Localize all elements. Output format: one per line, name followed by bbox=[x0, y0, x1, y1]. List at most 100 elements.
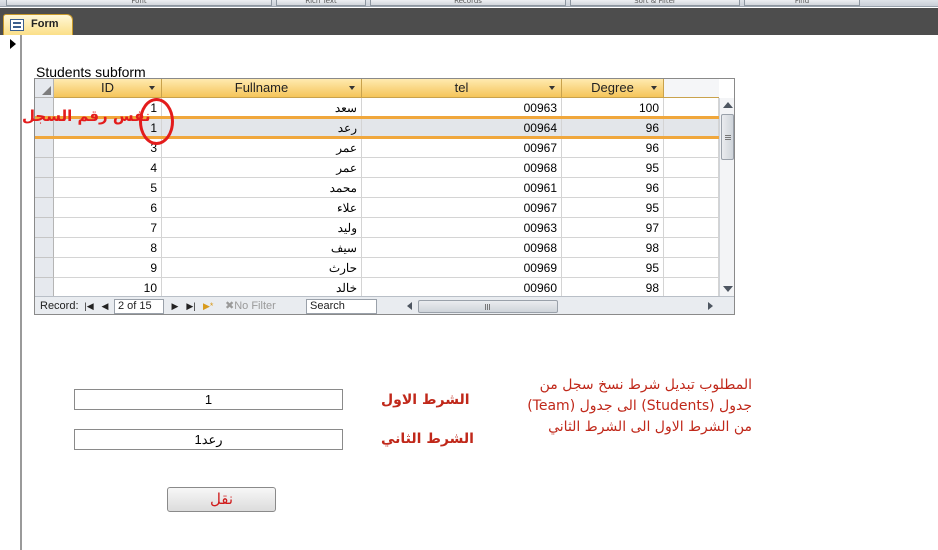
scroll-left-icon[interactable] bbox=[407, 302, 412, 310]
vertical-scrollbar[interactable] bbox=[719, 98, 734, 296]
ribbon-group-records[interactable]: Records bbox=[370, 0, 566, 6]
note-line-3: من الشرط الاول الى الشرط الثاني bbox=[548, 419, 752, 435]
cell-fullname[interactable]: سعد bbox=[162, 98, 362, 118]
column-header-id-label: ID bbox=[101, 80, 114, 95]
column-header-id[interactable]: ID bbox=[54, 79, 162, 98]
cell-tel[interactable]: 00969 bbox=[362, 258, 562, 278]
annotation-text: نفس رقم السجل bbox=[22, 107, 151, 125]
cell-tel[interactable]: 00963 bbox=[362, 98, 562, 118]
cell-tel[interactable]: 00960 bbox=[362, 278, 562, 298]
cell-fullname[interactable]: رعد bbox=[162, 118, 362, 138]
table-row[interactable]: 10 خالد 00960 98 bbox=[35, 278, 719, 298]
new-record-icon[interactable]: ▶* bbox=[203, 300, 213, 312]
row-selector[interactable] bbox=[35, 198, 54, 218]
dropdown-arrow-icon[interactable] bbox=[549, 86, 555, 90]
scroll-up-icon[interactable] bbox=[723, 102, 733, 108]
filter-icon: ✖​ bbox=[225, 300, 235, 312]
cell-tel[interactable]: 00961 bbox=[362, 178, 562, 198]
cell-tel[interactable]: 00968 bbox=[362, 158, 562, 178]
row-selector[interactable] bbox=[35, 218, 54, 238]
cell-tel[interactable]: 00968 bbox=[362, 238, 562, 258]
cell-degree[interactable]: 95 bbox=[562, 198, 664, 218]
note-line-2: جدول (Students) الى جدول (Team) bbox=[527, 398, 752, 414]
cell-id[interactable]: 9 bbox=[54, 258, 162, 278]
scroll-right-icon[interactable] bbox=[708, 302, 713, 310]
cell-degree[interactable]: 95 bbox=[562, 158, 664, 178]
cell-degree[interactable]: 96 bbox=[562, 178, 664, 198]
column-header-degree[interactable]: Degree bbox=[562, 79, 664, 98]
scrollbar-thumb[interactable] bbox=[721, 114, 734, 160]
ribbon-group-rich-text[interactable]: Rich Text bbox=[276, 0, 366, 6]
cell-degree[interactable]: 100 bbox=[562, 98, 664, 118]
cell-fullname[interactable]: وليد bbox=[162, 218, 362, 238]
previous-record-icon[interactable]: ◀ bbox=[100, 300, 110, 312]
dropdown-arrow-icon[interactable] bbox=[149, 86, 155, 90]
first-condition-textbox[interactable]: 1 bbox=[74, 389, 343, 410]
cell-fullname[interactable]: خالد bbox=[162, 278, 362, 298]
first-record-icon[interactable]: |◀ bbox=[84, 300, 94, 312]
record-position-input[interactable]: 2 of 15 bbox=[114, 299, 164, 314]
table-row[interactable]: 8 سيف 00968 98 bbox=[35, 238, 719, 258]
cell-degree[interactable]: 96 bbox=[562, 138, 664, 158]
cell-fullname[interactable]: محمد bbox=[162, 178, 362, 198]
row-selector[interactable] bbox=[35, 278, 54, 298]
table-row[interactable]: 5 محمد 00961 96 bbox=[35, 178, 719, 198]
cell-id[interactable]: 6 bbox=[54, 198, 162, 218]
no-filter-button[interactable]: ✖​ No Filter bbox=[223, 299, 305, 314]
dropdown-arrow-icon[interactable] bbox=[651, 86, 657, 90]
cell-tel[interactable]: 00964 bbox=[362, 118, 562, 138]
cell-fullname[interactable]: حارث bbox=[162, 258, 362, 278]
cell-id[interactable]: 10 bbox=[54, 278, 162, 298]
scroll-down-icon[interactable] bbox=[723, 286, 733, 292]
cell-degree[interactable]: 95 bbox=[562, 258, 664, 278]
horizontal-scrollbar[interactable] bbox=[405, 299, 715, 314]
cell-empty bbox=[664, 258, 719, 278]
cell-tel[interactable]: 00963 bbox=[362, 218, 562, 238]
cell-degree[interactable]: 98 bbox=[562, 278, 664, 298]
move-button[interactable]: نقل bbox=[167, 487, 276, 512]
table-row[interactable]: 3 عمر 00967 96 bbox=[35, 138, 719, 158]
ribbon-group-sort-filter[interactable]: Sort & Filter bbox=[570, 0, 740, 6]
cell-fullname[interactable]: علاء bbox=[162, 198, 362, 218]
ribbon-group-find[interactable]: Find bbox=[744, 0, 860, 6]
row-selector[interactable] bbox=[35, 238, 54, 258]
row-selector[interactable] bbox=[35, 138, 54, 158]
dropdown-arrow-icon[interactable] bbox=[349, 86, 355, 90]
row-selector[interactable] bbox=[35, 158, 54, 178]
column-header-tel[interactable]: tel bbox=[362, 79, 562, 98]
horizontal-scrollbar-thumb[interactable] bbox=[418, 300, 558, 313]
cell-fullname[interactable]: عمر bbox=[162, 138, 362, 158]
cell-tel[interactable]: 00967 bbox=[362, 198, 562, 218]
second-condition-textbox[interactable]: 1رعد bbox=[74, 429, 343, 450]
table-row[interactable]: 9 حارث 00969 95 bbox=[35, 258, 719, 278]
cell-empty bbox=[664, 278, 719, 298]
cell-id[interactable]: 7 bbox=[54, 218, 162, 238]
record-selector-bar[interactable] bbox=[0, 35, 22, 550]
cell-id[interactable]: 4 bbox=[54, 158, 162, 178]
cell-tel[interactable]: 00967 bbox=[362, 138, 562, 158]
record-label: Record: bbox=[40, 300, 79, 312]
next-record-icon[interactable]: ▶ bbox=[170, 300, 180, 312]
cell-degree[interactable]: 96 bbox=[562, 118, 664, 138]
search-input[interactable]: Search bbox=[306, 299, 377, 314]
document-tab-bar: Form bbox=[0, 8, 938, 35]
last-record-icon[interactable]: ▶| bbox=[186, 300, 196, 312]
cell-fullname[interactable]: سيف bbox=[162, 238, 362, 258]
table-row[interactable]: 6 علاء 00967 95 bbox=[35, 198, 719, 218]
cell-degree[interactable]: 98 bbox=[562, 238, 664, 258]
cell-degree[interactable]: 97 bbox=[562, 218, 664, 238]
select-all-corner[interactable] bbox=[35, 79, 54, 98]
row-selector[interactable] bbox=[35, 258, 54, 278]
cell-empty bbox=[664, 158, 719, 178]
column-header-fullname[interactable]: Fullname bbox=[162, 79, 362, 98]
column-header-degree-label: Degree bbox=[591, 80, 634, 95]
table-row[interactable]: 7 وليد 00963 97 bbox=[35, 218, 719, 238]
tab-form[interactable]: Form bbox=[3, 14, 73, 35]
cell-fullname[interactable]: عمر bbox=[162, 158, 362, 178]
first-condition-label: الشرط الاول bbox=[381, 392, 470, 408]
cell-id[interactable]: 8 bbox=[54, 238, 162, 258]
row-selector[interactable] bbox=[35, 178, 54, 198]
table-row[interactable]: 4 عمر 00968 95 bbox=[35, 158, 719, 178]
ribbon-group-font[interactable]: Font bbox=[6, 0, 272, 6]
cell-id[interactable]: 5 bbox=[54, 178, 162, 198]
